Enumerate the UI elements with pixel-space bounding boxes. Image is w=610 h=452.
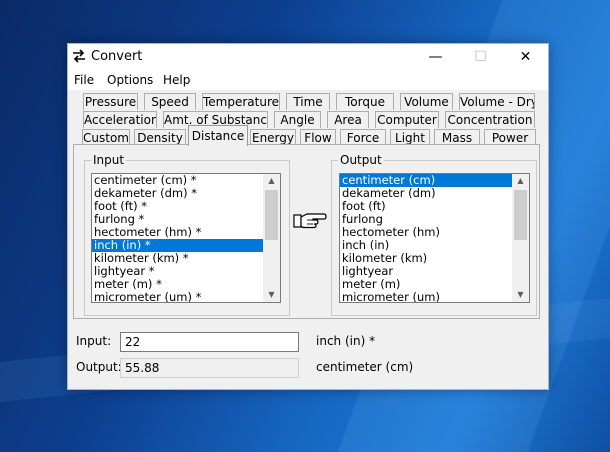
input-unit-list[interactable]: centimeter (cm) * dekameter (dm) * foot (f… (91, 173, 281, 303)
input-group: Input centimeter (cm) * dekameter (dm) * f… (84, 153, 290, 316)
close-button[interactable]: ✕ (503, 44, 548, 71)
input-list-scrollbar[interactable]: ▲ ▼ (263, 174, 280, 302)
title-bar[interactable]: Convert — ☐ ✕ (68, 44, 548, 71)
menu-bar: File Options Help (68, 71, 548, 90)
menu-help[interactable]: Help (163, 73, 190, 87)
input-unit-label: inch (in) * (316, 334, 376, 348)
output-group: Output centimeter (cm) dekameter (dm) foot… (331, 153, 537, 316)
menu-file[interactable]: File (74, 73, 94, 87)
output-unit-label: centimeter (cm) (316, 360, 414, 374)
tab-time[interactable]: Time (286, 93, 330, 110)
tab-temperature[interactable]: Temperature (202, 93, 280, 110)
input-list-item[interactable]: micrometer (um) * (92, 291, 280, 303)
category-tabs: Pressure Speed Temperature Time Torque V… (68, 90, 548, 152)
tab-volume[interactable]: Volume (400, 93, 453, 110)
input-field-label: Input: (76, 334, 112, 348)
output-list-item[interactable]: micrometer (um) (340, 291, 529, 303)
maximize-button[interactable]: ☐ (458, 44, 503, 71)
input-value-field[interactable]: 22 (120, 332, 299, 352)
tab-volume-dry[interactable]: Volume - Dry (459, 93, 535, 110)
tab-angle[interactable]: Angle (274, 111, 321, 128)
output-unit-list[interactable]: centimeter (cm) dekameter (dm) foot (ft) fu… (339, 173, 530, 303)
convert-app-icon (73, 49, 85, 63)
minimize-button[interactable]: — (413, 44, 458, 71)
pointing-hand-icon (293, 213, 327, 229)
tab-pressure[interactable]: Pressure (83, 93, 138, 110)
scroll-up-icon[interactable]: ▲ (512, 174, 529, 188)
maximize-icon: ☐ (474, 49, 487, 65)
window-title: Convert (91, 49, 143, 64)
distance-tab-panel: Input centimeter (cm) * dekameter (dm) * f… (73, 144, 540, 319)
close-icon: ✕ (519, 49, 532, 65)
scroll-down-icon[interactable]: ▼ (263, 288, 280, 302)
tab-torque[interactable]: Torque (336, 93, 394, 110)
convert-window: Convert — ☐ ✕ File Options Help Pressure… (67, 43, 549, 390)
tab-computer[interactable]: Computer (375, 111, 439, 128)
output-group-label: Output (338, 153, 384, 167)
scroll-up-icon[interactable]: ▲ (263, 174, 280, 188)
tab-distance[interactable]: Distance (188, 125, 248, 146)
input-group-label: Input (91, 153, 127, 167)
output-field-label: Output: (76, 360, 122, 374)
scroll-thumb[interactable] (514, 190, 527, 240)
tab-acceleration[interactable]: Acceleration (83, 111, 157, 128)
tab-concentration[interactable]: Concentration (445, 111, 535, 128)
menu-options[interactable]: Options (107, 73, 153, 87)
output-value-field[interactable]: 55.88 (120, 358, 299, 378)
tab-speed[interactable]: Speed (144, 93, 196, 110)
scroll-down-icon[interactable]: ▼ (512, 288, 529, 302)
output-list-scrollbar[interactable]: ▲ ▼ (512, 174, 529, 302)
tab-area[interactable]: Area (327, 111, 369, 128)
scroll-thumb[interactable] (265, 190, 278, 240)
minimize-icon: — (428, 49, 443, 65)
